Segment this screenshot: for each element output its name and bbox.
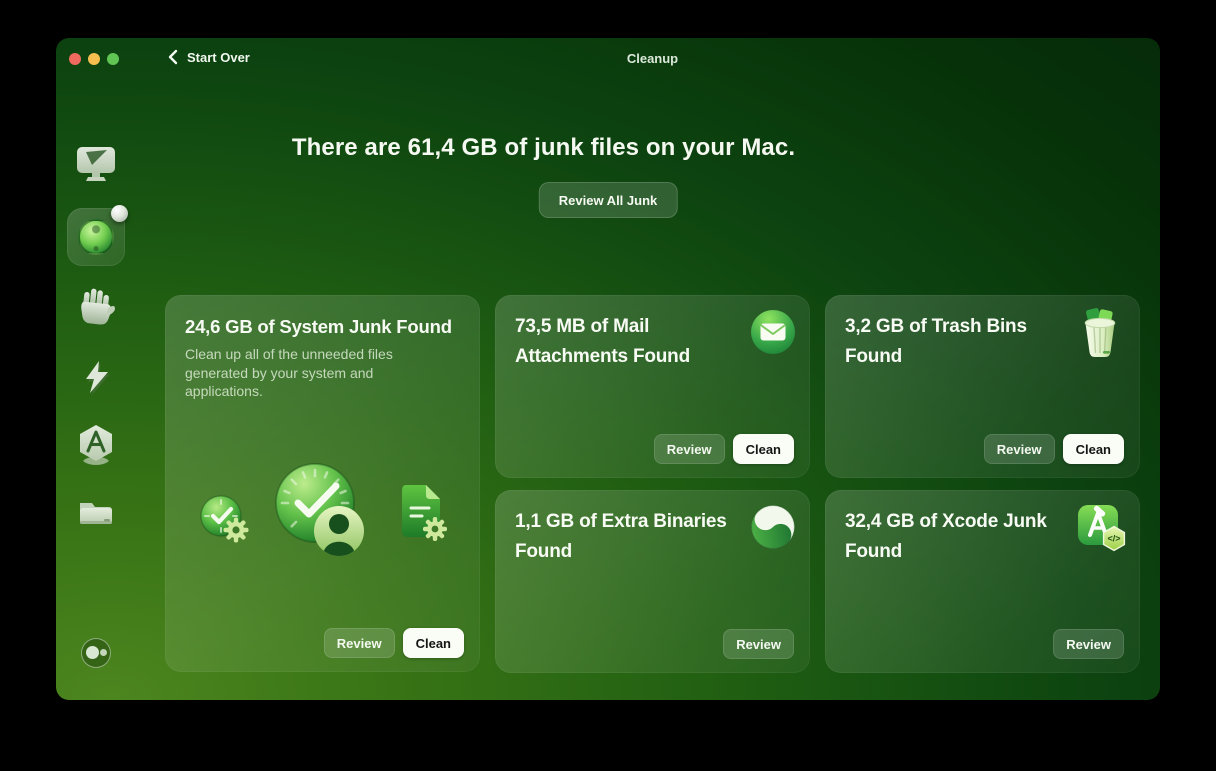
system-junk-illustration [165,295,480,672]
zoom-button[interactable] [107,53,119,65]
close-button[interactable] [69,53,81,65]
app-window: Start Over Cleanup There are 61,4 GB of … [56,38,1160,700]
clean-button[interactable]: Clean [732,434,794,464]
assistant-toggle-icon[interactable] [81,638,111,668]
cleanup-ball-icon [78,219,114,255]
folder-icon [75,494,117,530]
xcode-icon: </> [1076,502,1128,554]
traffic-lights [69,53,119,65]
binaries-icon [750,504,796,550]
sidebar-item-applications[interactable] [74,422,118,466]
sidebar-item-performance[interactable] [77,355,115,397]
review-all-junk-button[interactable]: Review All Junk [538,182,678,218]
card-title: 1,1 GB of Extra Binaries Found [515,511,727,562]
card-title: 32,4 GB of Xcode Junk Found [845,511,1047,562]
minimize-button[interactable] [88,53,100,65]
card-title: 73,5 MB of Mail Attachments Found [515,316,690,367]
review-button[interactable]: Review [983,434,1055,464]
sidebar-item-cleanup[interactable] [67,205,128,266]
document-gear-icon [388,481,452,547]
review-button[interactable]: Review [653,434,725,464]
review-button[interactable]: Review [323,628,395,658]
appstore-icon [75,423,117,465]
review-button[interactable]: Review [1053,629,1124,659]
card-extra-binaries[interactable]: 1,1 GB of Extra Binaries Found Review [495,490,810,673]
junk-summary-headline: There are 61,4 GB of junk files on your … [291,134,796,161]
clock-gear-icon [189,484,253,548]
clean-button[interactable]: Clean [402,628,464,658]
card-xcode-junk[interactable]: 32,4 GB of Xcode Junk Found </> Review [825,490,1140,673]
hand-icon [75,285,117,329]
card-mail-attachments[interactable]: 73,5 MB of Mail Attachments Found Review… [495,295,810,478]
card-trash-bins[interactable]: 3,2 GB of Trash Bins Found Review Clean [825,295,1140,478]
review-button[interactable]: Review [723,629,794,659]
card-title: 3,2 GB of Trash Bins Found [845,316,1027,367]
svg-text:</>: </> [1107,534,1120,544]
notification-dot [111,205,128,222]
clean-button[interactable]: Clean [1062,434,1124,464]
lightning-icon [78,356,114,396]
card-system-junk[interactable]: 24,6 GB of System Junk Found Clean up al… [165,295,480,672]
mail-icon [750,309,796,355]
trash-icon [1076,307,1124,359]
page-title: Cleanup [626,51,679,66]
desktop-background: Start Over Cleanup There are 61,4 GB of … [0,0,1216,771]
sidebar-item-files[interactable] [75,493,117,531]
clock-user-icon [268,456,374,562]
sidebar-item-protection[interactable] [74,284,118,330]
